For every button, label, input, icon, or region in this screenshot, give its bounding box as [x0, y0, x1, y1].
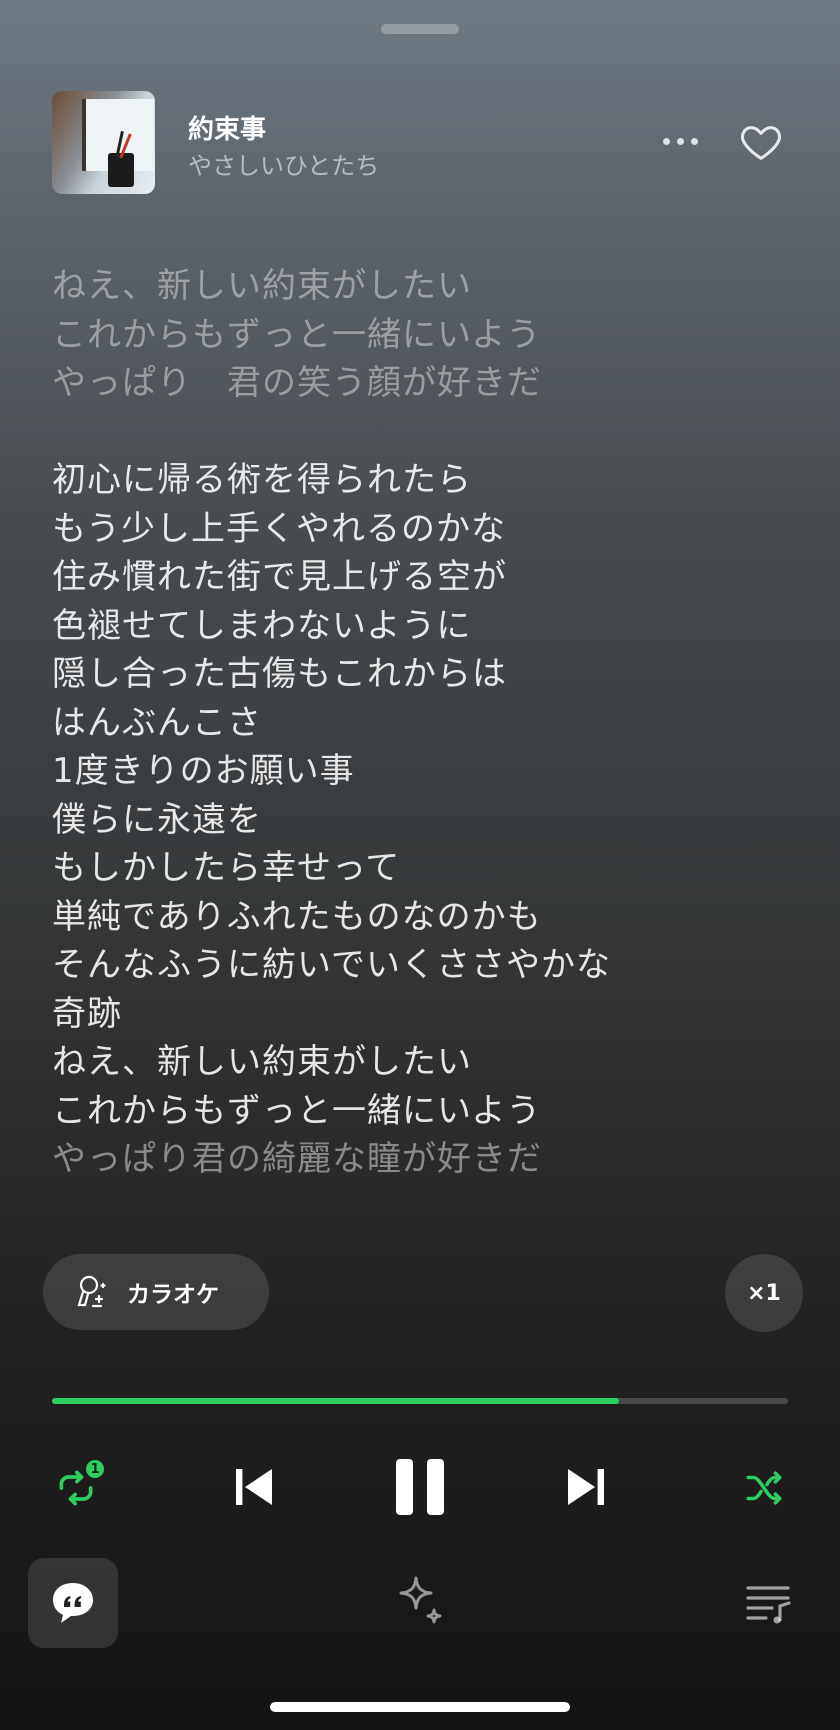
lyric-line[interactable]: 隠し合った古傷もこれからは — [52, 650, 792, 699]
karaoke-button[interactable]: カラオケ — [43, 1254, 269, 1330]
karaoke-label: カラオケ — [127, 1282, 219, 1308]
lyric-line[interactable]: はんぶんこさ — [52, 699, 792, 748]
karaoke-mic-icon — [73, 1272, 113, 1312]
lyric-line[interactable]: 単純でありふれたものなのかも — [52, 893, 792, 942]
now-playing-header: 約束事 やさしいひとたち — [52, 91, 792, 195]
repeat-badge: 1 — [86, 1460, 104, 1478]
home-indicator[interactable] — [270, 1702, 570, 1712]
lyric-line[interactable]: 住み慣れた街で見上げる空が — [52, 553, 792, 602]
lyric-line[interactable]: 色褪せてしまわないように — [52, 602, 792, 651]
pause-icon[interactable] — [388, 1452, 452, 1522]
skip-next-icon[interactable] — [554, 1455, 618, 1519]
lyrics-panel[interactable]: ねえ、新しい約束がしたい これからもずっと一緒にいよう やっぱり 君の笑う顔が好きだ… — [52, 262, 792, 1202]
lyric-line[interactable]: 1度きりのお願い事 — [52, 747, 792, 796]
progress-bar[interactable] — [52, 1398, 788, 1404]
repeat-one-icon[interactable]: 1 — [48, 1460, 104, 1516]
lyric-line[interactable]: やっぱり 君の笑う顔が好きだ — [52, 359, 792, 408]
lyric-line[interactable]: やっぱり君の綺麗な瞳が好きだ — [52, 1135, 792, 1184]
lyric-line[interactable]: そんなふうに紡いでいくささやかな — [52, 941, 792, 990]
shuffle-icon[interactable] — [736, 1460, 792, 1516]
more-icon[interactable] — [656, 121, 704, 161]
lyric-line[interactable] — [52, 408, 792, 457]
playback-speed-button[interactable]: ×1 — [725, 1254, 803, 1332]
lyric-line[interactable]: 奇跡 — [52, 990, 792, 1039]
lyric-line[interactable]: ねえ、新しい約束がしたい — [52, 1038, 792, 1087]
heart-icon[interactable] — [738, 119, 784, 165]
lyric-line[interactable]: もう少し上手くやれるのかな — [52, 505, 792, 554]
sheet-drag-handle[interactable] — [381, 24, 459, 34]
lyric-line[interactable]: 初心に帰る術を得られたら — [52, 456, 792, 505]
lyric-line[interactable]: ねえ、新しい約束がしたい — [52, 262, 792, 311]
progress-fill — [52, 1398, 619, 1404]
lyric-line[interactable]: これからもずっと一緒にいよう — [52, 311, 792, 360]
album-art[interactable] — [52, 91, 155, 194]
artist-name[interactable]: やさしいひとたち — [188, 146, 379, 181]
lyric-line[interactable]: もしかしたら幸せって — [52, 844, 792, 893]
lyrics-quote-icon[interactable] — [28, 1558, 118, 1648]
song-title[interactable]: 約束事 — [188, 109, 266, 146]
sparkle-icon[interactable] — [390, 1572, 450, 1632]
lyric-line[interactable]: これからもずっと一緒にいよう — [52, 1087, 792, 1136]
lyric-line[interactable]: 僕らに永遠を — [52, 796, 792, 845]
skip-previous-icon[interactable] — [222, 1455, 286, 1519]
queue-music-icon[interactable] — [744, 1580, 794, 1626]
